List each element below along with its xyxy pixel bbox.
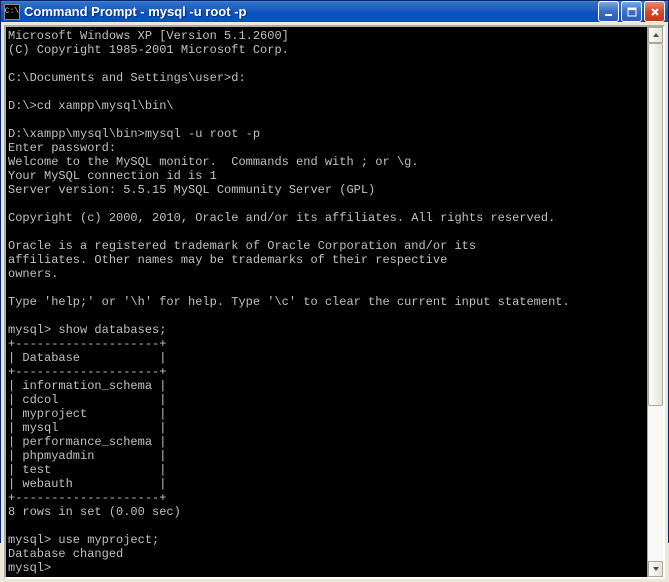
minimize-icon xyxy=(604,7,614,17)
console-container: Microsoft Windows XP [Version 5.1.2600] … xyxy=(4,25,665,579)
scroll-track[interactable] xyxy=(648,43,663,561)
client-area: Microsoft Windows XP [Version 5.1.2600] … xyxy=(1,22,668,582)
chevron-down-icon xyxy=(652,566,660,572)
close-icon xyxy=(650,7,660,17)
window-frame: C:\ Command Prompt - mysql -u root -p Mi… xyxy=(0,0,669,543)
titlebar[interactable]: C:\ Command Prompt - mysql -u root -p xyxy=(1,1,668,22)
window-buttons xyxy=(598,1,665,22)
vertical-scrollbar[interactable] xyxy=(647,27,663,577)
chevron-up-icon xyxy=(652,32,660,38)
scroll-thumb[interactable] xyxy=(648,43,663,406)
scroll-up-button[interactable] xyxy=(648,27,663,43)
app-icon: C:\ xyxy=(4,4,20,20)
maximize-icon xyxy=(627,7,637,17)
console-output[interactable]: Microsoft Windows XP [Version 5.1.2600] … xyxy=(6,27,647,577)
close-button[interactable] xyxy=(644,1,665,22)
window-title: Command Prompt - mysql -u root -p xyxy=(24,4,598,19)
scroll-down-button[interactable] xyxy=(648,561,663,577)
maximize-button[interactable] xyxy=(621,1,642,22)
minimize-button[interactable] xyxy=(598,1,619,22)
